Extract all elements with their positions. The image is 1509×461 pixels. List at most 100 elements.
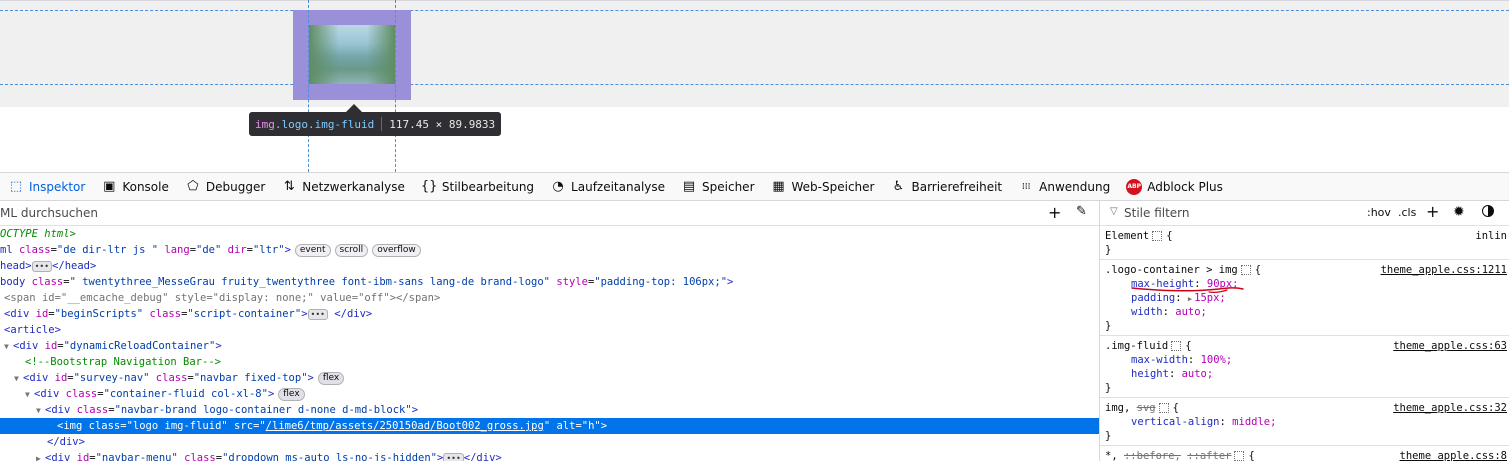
markup-line[interactable]: <span id="__emcache_debug" style="displa… [0,290,1099,306]
grid-icon[interactable] [1240,265,1251,275]
collapse-twisty-icon[interactable]: ▶ [36,451,45,461]
declaration[interactable]: width: auto; [1105,305,1509,319]
markup-tree: OCTYPE html> ml class="de dir-ltr js " l… [0,226,1099,461]
rule-img-fluid: .img-fluid{theme_apple.css:63 max-width:… [1100,336,1509,398]
declaration[interactable]: padding: ▶ 15px; [1105,291,1509,305]
expand-shorthand-icon[interactable]: ▶ [1188,292,1192,306]
memory-icon: ▤ [682,178,696,194]
logo-image[interactable] [309,25,395,84]
markup-line[interactable]: <div id="beginScripts" class="script-con… [0,306,1099,322]
tab-speicher[interactable]: ▤ Speicher [673,173,762,201]
collapsed-ellipsis[interactable]: ••• [307,308,328,320]
html-search-input[interactable]: ML durchsuchen [0,206,98,220]
tab-konsole[interactable]: ▣ Konsole [93,173,177,201]
accessibility-icon: ♿ [892,178,905,194]
declaration[interactable]: max-height: 90px; [1105,277,1509,291]
tab-netzwerkanalyse[interactable]: ⇅ Netzwerkanalyse [273,173,413,201]
rule-selector-unmatched: svg [1136,402,1156,414]
adblock-plus-icon: ABP [1126,178,1143,195]
grid-icon[interactable] [1152,231,1163,241]
grid-icon[interactable] [1234,451,1245,461]
tab-label: Inspektor [29,179,86,194]
devtools-tab-bar: ⬚ Inspektor ▣ Konsole ⬠ Debugger ⇅ Netzw… [0,172,1509,201]
page-viewport: img .logo.img-fluid 117.45 × 89.9833 [0,0,1509,172]
tab-label: Web-Speicher [791,179,875,194]
rule-source-link[interactable]: theme_apple.css:32 [1393,401,1507,415]
tab-label: Konsole [122,179,169,194]
markup-line[interactable]: ▼ <div id="dynamicReloadContainer"> [0,338,1099,354]
expand-twisty-icon[interactable]: ▼ [14,371,23,387]
hover-toggle-button[interactable]: :hov [1367,206,1391,219]
tab-debugger[interactable]: ⬠ Debugger [177,173,273,201]
add-node-button[interactable]: + [1048,203,1061,222]
img-src-link[interactable]: /lime6/tmp/assets/250150ad/Boot002_gross… [266,420,544,432]
declaration[interactable]: max-width: 100%; [1105,353,1509,367]
expand-twisty-icon[interactable]: ▼ [4,339,13,355]
guide-line-top [0,10,1509,11]
expand-twisty-icon[interactable]: ▼ [36,403,45,419]
markup-line[interactable]: ▼ <div class="navbar-brand logo-container… [0,402,1099,418]
tab-inspektor[interactable]: ⬚ Inspektor [0,173,93,201]
collapsed-ellipsis[interactable]: ••• [31,260,53,272]
rule-source-link[interactable]: theme_apple.css:63 [1393,339,1507,353]
light-mode-icon[interactable]: ✹ [1453,204,1465,220]
markup-line[interactable]: OCTYPE html> [0,226,1099,242]
rule-logo-container: .logo-container > img{theme_apple.css:12… [1100,260,1509,336]
scroll-badge[interactable]: scroll [334,243,369,257]
flex-badge[interactable]: flex [278,387,305,401]
overflow-badge[interactable]: overflow [372,243,421,257]
tab-label: Stilbearbeitung [441,179,535,194]
rule-source-link[interactable]: theme_apple.css:1211 [1381,263,1507,277]
class-toggle-button[interactable]: .cls [1398,206,1416,219]
add-rule-button[interactable]: + [1426,202,1439,221]
rule-img-svg: img, svg{theme_apple.css:32 vertical-ali… [1100,398,1509,446]
dark-mode-icon[interactable] [1482,205,1494,217]
tab-anwendung[interactable]: ⁞⁞⁞ Anwendung [1010,173,1118,201]
rules-toolbar: ▽ Stile filtern :hov .cls + ✹ [1100,201,1509,226]
tab-laufzeitanalyse[interactable]: ◔ Laufzeitanalyse [542,173,673,201]
application-icon: ⁞⁞⁞ [1021,181,1031,192]
tab-barrierefreiheit[interactable]: ♿ Barrierefreiheit [882,173,1010,201]
rule-selector-unmatched: ::after [1187,450,1232,461]
tab-label: Netzwerkanalyse [302,179,405,194]
tab-stilbearbeitung[interactable]: {} Stilbearbeitung [413,173,542,201]
expand-twisty-icon[interactable]: ▼ [25,387,34,403]
tab-label: Speicher [702,179,755,194]
tab-web-speicher[interactable]: ▦ Web-Speicher [763,173,883,201]
markup-line[interactable]: body class=" twentythree_MesseGrau fruit… [0,274,1099,290]
grid-icon[interactable] [1171,341,1182,351]
markup-line[interactable]: ▼ <div id="survey-nav" class="navbar fixe… [0,370,1099,386]
markup-line[interactable]: head> ••• </head> [0,258,1099,274]
filter-styles-input[interactable]: Stile filtern [1124,206,1190,220]
eyedropper-icon[interactable]: ✎ [1076,204,1087,219]
declaration[interactable]: height: auto; [1105,367,1509,381]
tab-label: Barrierefreiheit [911,179,1003,194]
markup-line[interactable]: ml class="de dir-ltr js " lang="de" dir=… [0,242,1099,258]
markup-line[interactable]: <article> [0,322,1099,338]
markup-line[interactable]: <!--Bootstrap Navigation Bar--> [0,354,1099,370]
tab-adblock-plus[interactable]: ABP Adblock Plus [1118,173,1231,201]
collapsed-ellipsis[interactable]: ••• [443,452,464,461]
tab-label: Anwendung [1039,179,1111,194]
markup-line[interactable]: </div> [0,434,1099,450]
markup-line-selected[interactable]: <img class="logo img-fluid" src="/lime6/… [0,418,1099,434]
markup-panel: ML durchsuchen + ✎ OCTYPE html> ml class… [0,201,1100,461]
tooltip-separator [381,117,383,131]
event-badge[interactable]: event [294,243,331,257]
rule-source[interactable]: inlin [1475,229,1507,243]
rule-source-link[interactable]: theme_apple.css:8 [1400,449,1507,461]
rule-selector: *, [1105,450,1118,461]
markup-line[interactable]: ▼ <div class="container-fluid col-xl-8"> f… [0,386,1099,402]
grid-icon[interactable] [1158,403,1169,413]
markup-line[interactable]: ▶ <div id="navbar-menu" class="dropdown m… [0,450,1099,461]
style-editor-icon: {} [420,178,438,194]
tab-label: Laufzeitanalyse [571,179,666,194]
declaration[interactable]: vertical-align: middle; [1105,415,1509,429]
tab-label: Debugger [205,179,266,194]
flex-badge[interactable]: flex [317,371,345,385]
debugger-icon: ⬠ [187,178,199,194]
console-icon: ▣ [103,178,116,194]
element-infobar-tooltip: img .logo.img-fluid 117.45 × 89.9833 [249,112,502,136]
storage-icon: ▦ [772,178,785,194]
rule-universal: *, ::before, ::after{theme_apple.css:8 [1105,449,1507,461]
